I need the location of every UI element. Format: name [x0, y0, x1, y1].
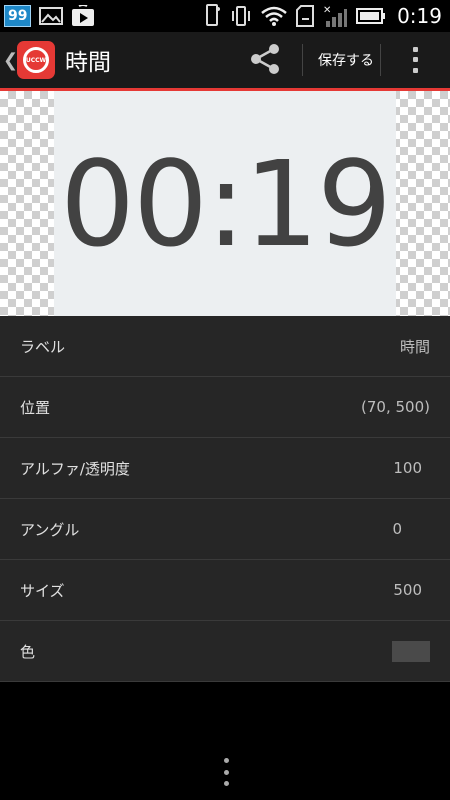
- action-bar: ❮ UCCW 時間 保存する: [0, 32, 450, 91]
- property-label: 位置: [20, 398, 51, 417]
- property-row-label[interactable]: ラベル 時間: [0, 316, 450, 377]
- property-value: 時間: [399, 337, 430, 356]
- app-logo[interactable]: UCCW: [17, 41, 55, 79]
- property-value: 100: [393, 459, 422, 477]
- clock-text: 00:19: [59, 134, 392, 273]
- action-divider: [380, 44, 381, 76]
- gallery-icon: [39, 7, 64, 25]
- action-divider: [302, 44, 303, 76]
- back-chevron-icon[interactable]: ❮: [3, 50, 18, 71]
- property-label: 色: [20, 642, 36, 661]
- logo-text: UCCW: [25, 56, 47, 64]
- sdcard-icon: [296, 5, 315, 27]
- notification-count-badge: 99: [4, 5, 32, 27]
- property-row-color[interactable]: 色: [0, 621, 450, 682]
- status-bar: 99 ✕ 0:19: [0, 0, 450, 32]
- property-value: 0: [392, 520, 402, 538]
- properties-list: ラベル 時間 位置 (70, 500) アルファ/透明度 100 アングル 0 …: [0, 316, 450, 682]
- logo-ring-icon: UCCW: [23, 47, 49, 73]
- vibrate-icon: [232, 6, 251, 26]
- color-swatch[interactable]: [392, 641, 430, 662]
- property-value: (70, 500): [361, 398, 430, 416]
- play-store-icon: [72, 5, 95, 26]
- widget-preview-area: 00:19: [0, 91, 450, 316]
- property-label: ラベル: [20, 337, 66, 356]
- battery-icon: [356, 8, 386, 24]
- widget-canvas[interactable]: 00:19: [54, 91, 396, 316]
- svg-text:✕: ✕: [323, 5, 331, 16]
- phone-icon: [206, 4, 221, 26]
- share-icon[interactable]: [248, 42, 282, 76]
- property-label: アルファ/透明度: [20, 459, 130, 478]
- property-row-angle[interactable]: アングル 0: [0, 499, 450, 560]
- property-label: サイズ: [20, 581, 65, 600]
- property-row-position[interactable]: 位置 (70, 500): [0, 377, 450, 438]
- property-row-size[interactable]: サイズ 500: [0, 560, 450, 621]
- property-row-alpha[interactable]: アルファ/透明度 100: [0, 438, 450, 499]
- page-title: 時間: [65, 50, 111, 76]
- property-label: アングル: [20, 520, 80, 539]
- save-button[interactable]: 保存する: [318, 50, 374, 70]
- signal-icon: ✕: [323, 5, 348, 27]
- wifi-icon: [261, 6, 287, 26]
- bottom-overflow-icon[interactable]: [222, 758, 230, 786]
- status-time: 0:19: [397, 4, 442, 28]
- property-value: 500: [393, 581, 422, 599]
- overflow-menu-icon[interactable]: [405, 44, 425, 76]
